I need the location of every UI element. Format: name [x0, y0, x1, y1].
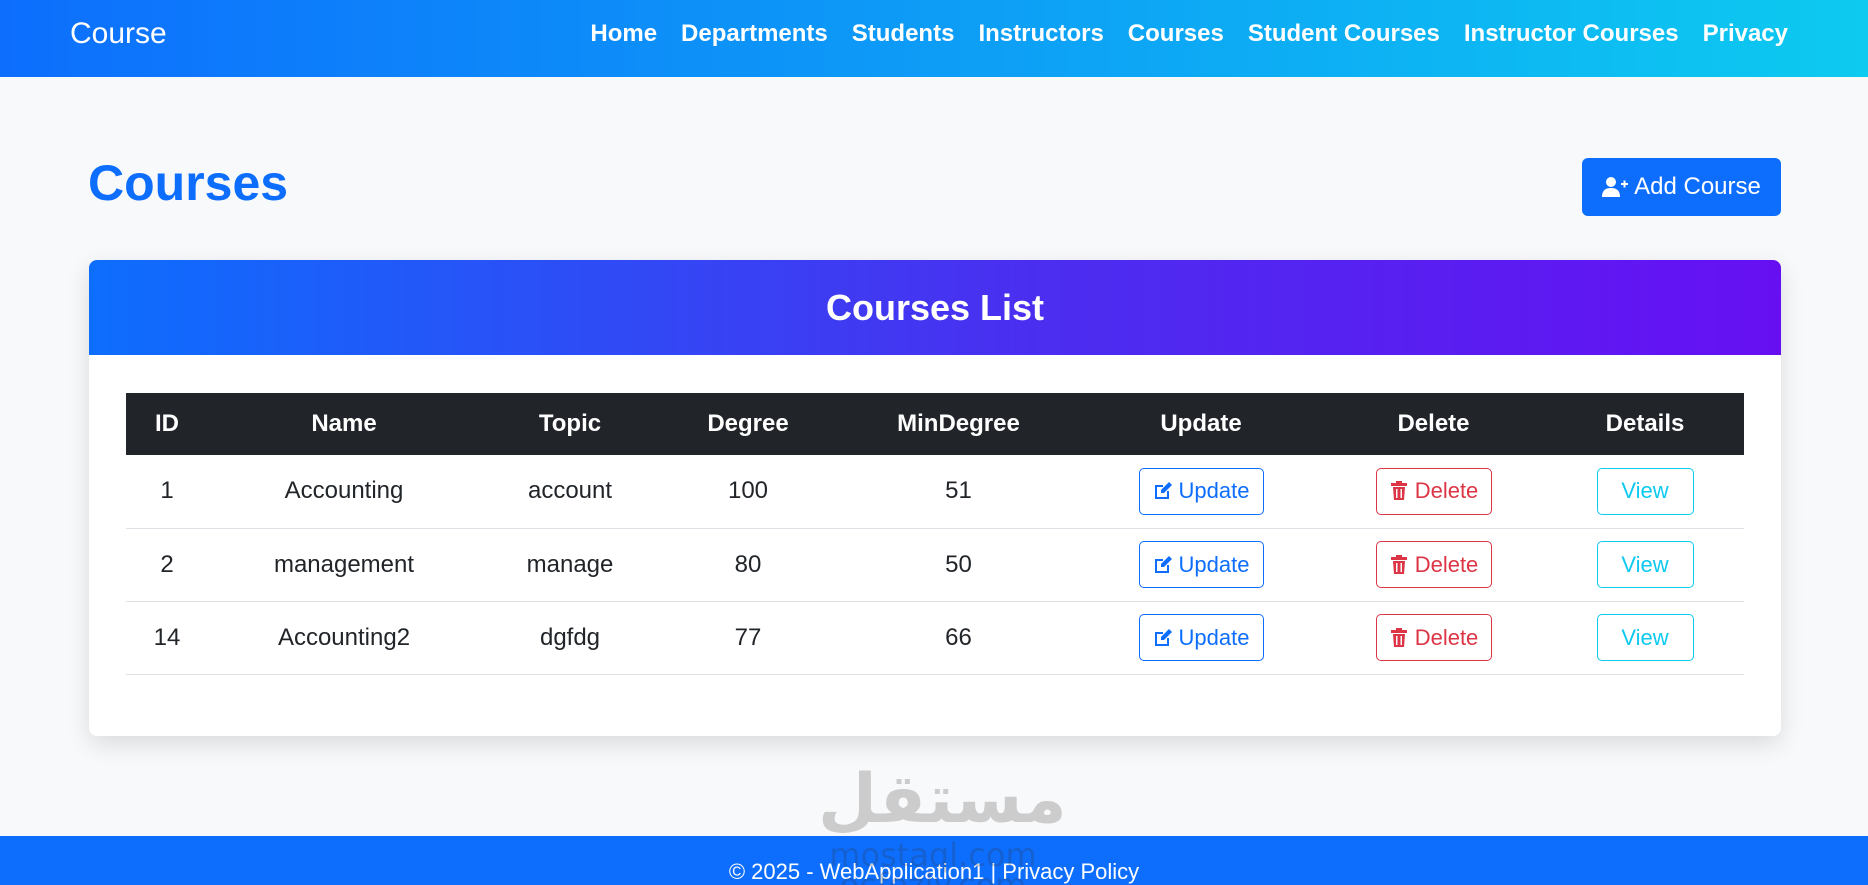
cell-degree: 80	[734, 550, 762, 578]
nav-link-instructors[interactable]: Instructors	[966, 14, 1115, 54]
update-label: Update	[1178, 551, 1250, 577]
col-header-mindegree: MinDegree	[897, 410, 1020, 437]
update-button[interactable]: Update	[1138, 541, 1264, 588]
courses-table: ID Name Topic Degree MinDegree Update De…	[126, 393, 1744, 675]
footer-privacy-link[interactable]: Privacy Policy	[1002, 859, 1139, 884]
add-course-label: Add Course	[1634, 173, 1761, 200]
nav-link-student-courses[interactable]: Student Courses	[1236, 14, 1452, 54]
cell-mindegree: 50	[945, 550, 972, 578]
delete-label: Delete	[1414, 624, 1479, 650]
watermark-arabic: مستقل	[818, 760, 1067, 839]
courses-card: Courses List ID Name Topic Degree MinDeg…	[89, 260, 1781, 736]
nav-link-home[interactable]: Home	[578, 14, 669, 54]
view-label: View	[1621, 551, 1669, 577]
footer: © 2025 - WebApplication1 | Privacy Polic…	[0, 836, 1868, 885]
trash-icon	[1390, 481, 1407, 501]
nav-link-students[interactable]: Students	[840, 14, 967, 54]
update-label: Update	[1178, 624, 1250, 650]
add-course-button[interactable]: Add Course	[1582, 158, 1781, 216]
navbar-brand[interactable]: Course	[70, 14, 167, 54]
col-header-update: Update	[1160, 410, 1242, 437]
col-header-details: Details	[1605, 410, 1685, 437]
edit-icon	[1154, 628, 1172, 646]
footer-text: © 2025 - WebApplication1 | Privacy Polic…	[0, 858, 1868, 885]
delete-label: Delete	[1414, 551, 1479, 577]
col-header-topic: Topic	[538, 410, 602, 437]
cell-degree: 100	[727, 477, 769, 505]
cell-topic: dgfdg	[539, 623, 601, 651]
cell-topic: manage	[526, 550, 614, 578]
edit-icon	[1154, 555, 1172, 573]
update-button[interactable]: Update	[1138, 614, 1264, 661]
view-label: View	[1621, 478, 1669, 504]
cell-name: Accounting2	[277, 623, 411, 651]
col-header-id: ID	[155, 410, 179, 437]
nav-link-departments[interactable]: Departments	[669, 14, 840, 54]
page-title: Courses	[88, 155, 289, 211]
table-row: 2 management manage 80 50 Update Delete …	[126, 528, 1744, 601]
cell-name: Accounting	[284, 477, 404, 505]
view-button[interactable]: View	[1596, 541, 1694, 588]
view-button[interactable]: View	[1596, 614, 1694, 661]
top-navbar: Course Home Departments Students Instruc…	[0, 0, 1868, 77]
cell-id: 1	[160, 477, 174, 505]
view-button[interactable]: View	[1596, 467, 1694, 515]
cell-id: 2	[160, 550, 174, 578]
trash-icon	[1390, 627, 1407, 647]
cell-mindegree: 66	[945, 623, 972, 651]
delete-button[interactable]: Delete	[1375, 467, 1492, 515]
nav-link-privacy[interactable]: Privacy	[1691, 14, 1788, 54]
update-button[interactable]: Update	[1138, 467, 1264, 515]
nav-link-instructor-courses[interactable]: Instructor Courses	[1452, 14, 1691, 54]
cell-id: 14	[153, 623, 181, 651]
table-header-row: ID Name Topic Degree MinDegree Update De…	[126, 393, 1744, 455]
nav-link-courses[interactable]: Courses	[1116, 14, 1236, 54]
cell-topic: account	[527, 477, 613, 505]
col-header-name: Name	[311, 410, 377, 437]
cell-degree: 77	[734, 623, 762, 651]
card-title: Courses List	[825, 286, 1045, 328]
delete-button[interactable]: Delete	[1375, 541, 1492, 588]
col-header-degree: Degree	[707, 410, 789, 437]
card-header: Courses List	[89, 260, 1781, 355]
view-label: View	[1621, 624, 1669, 650]
cell-mindegree: 51	[945, 477, 972, 505]
update-label: Update	[1178, 478, 1250, 504]
edit-icon	[1154, 482, 1172, 500]
nav-links: Home Departments Students Instructors Co…	[578, 14, 1788, 54]
trash-icon	[1390, 554, 1407, 574]
footer-copyright: © 2025 - WebApplication1 |	[728, 859, 1003, 884]
table-row: 1 Accounting account 100 51 Update Delet…	[126, 455, 1744, 528]
courses-table-wrapper: ID Name Topic Degree MinDegree Update De…	[126, 393, 1744, 675]
table-row: 14 Accounting2 dgfdg 77 66 Update Delete…	[126, 601, 1744, 674]
cell-name: management	[273, 550, 415, 578]
delete-label: Delete	[1414, 478, 1479, 504]
user-plus-icon	[1602, 177, 1629, 197]
delete-button[interactable]: Delete	[1375, 614, 1492, 661]
col-header-delete: Delete	[1397, 410, 1470, 437]
